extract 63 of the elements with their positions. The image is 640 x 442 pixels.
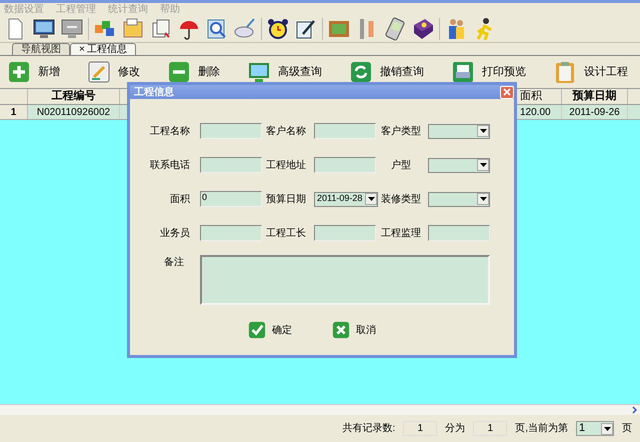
input-field[interactable] <box>200 123 262 139</box>
check-icon <box>248 321 266 339</box>
tab[interactable]: × 工程信息 <box>70 43 136 55</box>
dialog-title: 工程信息 <box>134 86 174 100</box>
row-number: 1 <box>0 105 28 119</box>
dropdown-field[interactable] <box>428 158 490 172</box>
dialog-button[interactable]: 取消 <box>332 321 376 339</box>
field-label: 业务员 <box>159 226 191 240</box>
field-label: 备注 <box>163 256 185 270</box>
field-label: 面积 <box>169 192 191 206</box>
field-label: 联系电话 <box>149 158 191 172</box>
table-cell: N020110926002 <box>28 105 120 119</box>
field-label: 客户名称 <box>265 124 307 138</box>
record-count-label: 共有记录数: <box>342 422 396 436</box>
column-header[interactable]: 预算日期 <box>562 89 628 104</box>
current-page-label: 页,当前为第 <box>515 422 568 436</box>
page-select[interactable]: 1 <box>576 421 614 436</box>
count-field: 1 <box>473 421 508 436</box>
input-field[interactable]: 0 <box>200 191 262 207</box>
input-field[interactable] <box>200 225 262 241</box>
monitor-icon <box>248 61 270 83</box>
field-label: 工程名称 <box>149 124 191 138</box>
count-field: 1 <box>403 421 438 436</box>
notes-field[interactable] <box>200 255 490 305</box>
toolbar-button[interactable]: 新增 <box>8 59 60 85</box>
close-tab-icon[interactable]: × <box>79 44 85 54</box>
input-field[interactable] <box>314 123 376 139</box>
close-icon <box>332 321 350 339</box>
dropdown-field[interactable] <box>428 192 490 206</box>
column-header[interactable]: 工程编号 <box>28 89 120 104</box>
scroll-right-icon[interactable] <box>630 405 640 415</box>
dropdown-field[interactable] <box>428 124 490 138</box>
close-icon <box>503 88 511 96</box>
close-button[interactable] <box>500 86 514 98</box>
input-field[interactable] <box>200 157 262 173</box>
page-unit-label: 页 <box>622 422 632 436</box>
field-label: 预算日期 <box>265 192 307 206</box>
toolbar-button[interactable]: 设计工程 <box>554 59 628 85</box>
monitor-icon[interactable] <box>32 17 56 41</box>
field-label: 工程地址 <box>265 158 307 172</box>
field-label: 装修类型 <box>380 192 422 206</box>
monitor-icon[interactable] <box>60 17 84 41</box>
printer-icon <box>452 61 474 83</box>
date-picker[interactable]: 2011-09-28 <box>314 192 378 206</box>
minus-icon <box>168 61 190 83</box>
input-field[interactable] <box>314 225 376 241</box>
input-field[interactable] <box>314 157 376 173</box>
toolbar-button[interactable]: 修改 <box>88 59 140 85</box>
alarm-clock-icon[interactable] <box>266 17 290 41</box>
dialog-button[interactable]: 确定 <box>248 321 292 339</box>
table-cell: 2011-09-26 <box>562 105 628 119</box>
horizontal-scrollbar[interactable] <box>0 404 640 415</box>
field-label: 客户类型 <box>380 124 422 138</box>
refresh-icon <box>350 61 372 83</box>
field-label: 户型 <box>390 158 412 172</box>
pages-label: 分为 <box>445 422 466 436</box>
field-label: 工程工长 <box>265 226 307 240</box>
field-label: 工程监理 <box>380 226 422 240</box>
input-field[interactable] <box>428 225 490 241</box>
tab[interactable]: 导航视图 <box>12 43 70 55</box>
clipboard-icon <box>554 61 576 83</box>
plus-icon <box>8 61 30 83</box>
pencil-icon <box>88 61 110 83</box>
